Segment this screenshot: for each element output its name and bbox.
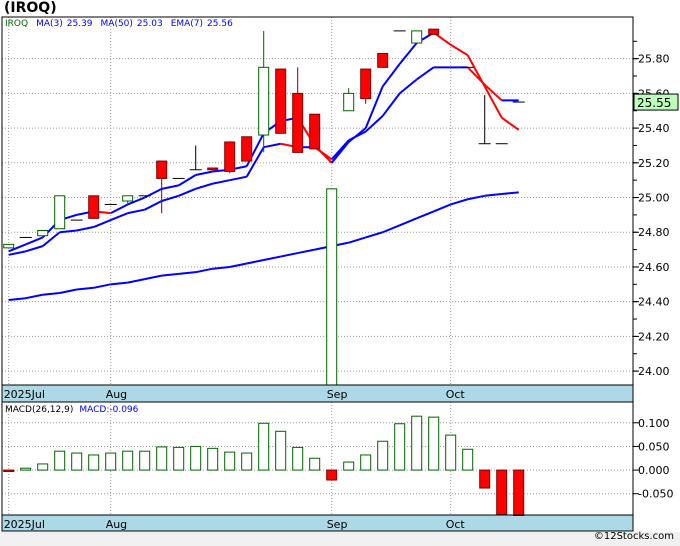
macd-bar — [71, 452, 83, 471]
macd-tick-label: 0.100 — [638, 417, 670, 430]
price-tick-label: 24.20 — [638, 330, 670, 343]
stock-chart: 25.8025.6025.4025.2025.0024.8024.6024.40… — [0, 0, 680, 546]
candle-up — [37, 230, 49, 237]
price-tick-label: 25.20 — [638, 157, 670, 170]
footer-strip — [0, 532, 680, 546]
macd-bar — [190, 445, 202, 471]
macd-bar — [139, 450, 151, 471]
macd-label: MACD(26,12,9) — [5, 405, 74, 415]
date-axis-bar-top — [1, 384, 634, 403]
macd-bar — [241, 452, 253, 471]
macd-bar — [445, 434, 457, 471]
candle-down — [156, 160, 168, 179]
date-label: 2025Jul — [4, 518, 45, 531]
legend-ma50-value: 25.03 — [136, 19, 163, 29]
legend-symbol: IROQ — [5, 19, 29, 29]
legend-ma3-value: 25.39 — [66, 19, 93, 29]
date-label: Oct — [446, 388, 466, 401]
candle-down — [428, 28, 440, 35]
price-legend: IROQ MA(3) 25.39 MA(50) 25.03 EMA(7) 25.56 — [5, 19, 239, 29]
price-tick-label: 24.00 — [638, 365, 670, 378]
price-tick-label: 24.40 — [638, 296, 670, 309]
candle-up — [343, 92, 355, 112]
candle-up — [411, 30, 423, 44]
candle-up — [3, 243, 15, 249]
legend-ma3-label: MA(3) — [36, 19, 63, 29]
price-tick-label: 24.60 — [638, 261, 670, 274]
macd-bar — [513, 469, 525, 516]
legend-ema7-label: EMA(7) — [170, 19, 204, 29]
candle-down — [207, 167, 219, 171]
candle-down — [224, 141, 236, 172]
macd-bar — [88, 454, 100, 471]
date-label: Oct — [446, 518, 466, 531]
macd-bar — [343, 461, 355, 471]
macd-bar — [37, 463, 49, 471]
candle-down — [275, 68, 287, 134]
macd-bar — [326, 469, 338, 481]
candle-up — [54, 195, 66, 230]
price-tick-label: 25.00 — [638, 192, 670, 205]
date-label: 2025Jul — [4, 388, 45, 401]
macd-bar — [496, 469, 508, 516]
price-tick-label: 24.80 — [638, 226, 670, 239]
plot-background — [2, 17, 633, 531]
candle-up — [326, 188, 338, 386]
macd-value: MACD:-0.096 — [79, 405, 139, 415]
macd-tick-label: -0.050 — [638, 488, 673, 501]
copyright-footer: ©12Stocks.com — [593, 531, 674, 542]
candle-down — [309, 113, 321, 150]
chart-svg: 25.8025.6025.4025.2025.0024.8024.6024.40… — [0, 16, 680, 546]
macd-bar — [394, 423, 406, 471]
macd-bar — [377, 440, 389, 471]
date-axis-bar — [1, 514, 634, 532]
legend-ema7-value: 25.56 — [207, 19, 233, 29]
legend-ma50-label: MA(50) — [100, 19, 133, 29]
macd-bar — [207, 447, 219, 471]
macd-tick-label: 0.050 — [638, 440, 670, 453]
candle-up — [122, 195, 134, 202]
candle-down — [377, 52, 389, 68]
date-label: Aug — [106, 388, 127, 401]
candle-down — [292, 92, 304, 153]
macd-tick-label: 0.000 — [638, 464, 670, 477]
macd-bar — [156, 446, 168, 471]
macd-bar — [54, 450, 66, 471]
macd-bar — [275, 430, 287, 471]
candle-up — [258, 66, 270, 136]
candle-down — [360, 68, 372, 100]
macd-bar — [479, 469, 491, 489]
macd-bar — [105, 452, 117, 471]
last-price-label: 25.55 — [637, 96, 671, 110]
macd-bar — [20, 467, 32, 471]
date-label: Sep — [327, 388, 348, 401]
macd-bar — [3, 469, 15, 473]
macd-bar — [258, 422, 270, 471]
macd-bar — [360, 454, 372, 471]
macd-bar — [462, 448, 474, 471]
chart-title: (IROQ) — [4, 0, 57, 16]
macd-bar — [411, 415, 423, 471]
candle-down — [241, 136, 253, 162]
macd-bar — [309, 457, 321, 471]
date-label: Sep — [327, 518, 348, 531]
macd-bar — [173, 446, 185, 471]
macd-bar — [428, 416, 440, 471]
macd-bar — [122, 450, 134, 471]
macd-bar — [224, 451, 236, 471]
price-tick-label: 25.80 — [638, 53, 670, 66]
macd-legend: MACD(26,12,9) MACD:-0.096 — [5, 405, 144, 415]
candle-down — [88, 195, 100, 219]
macd-bar — [292, 446, 304, 471]
date-label: Aug — [106, 518, 127, 531]
price-tick-label: 25.40 — [638, 122, 670, 135]
